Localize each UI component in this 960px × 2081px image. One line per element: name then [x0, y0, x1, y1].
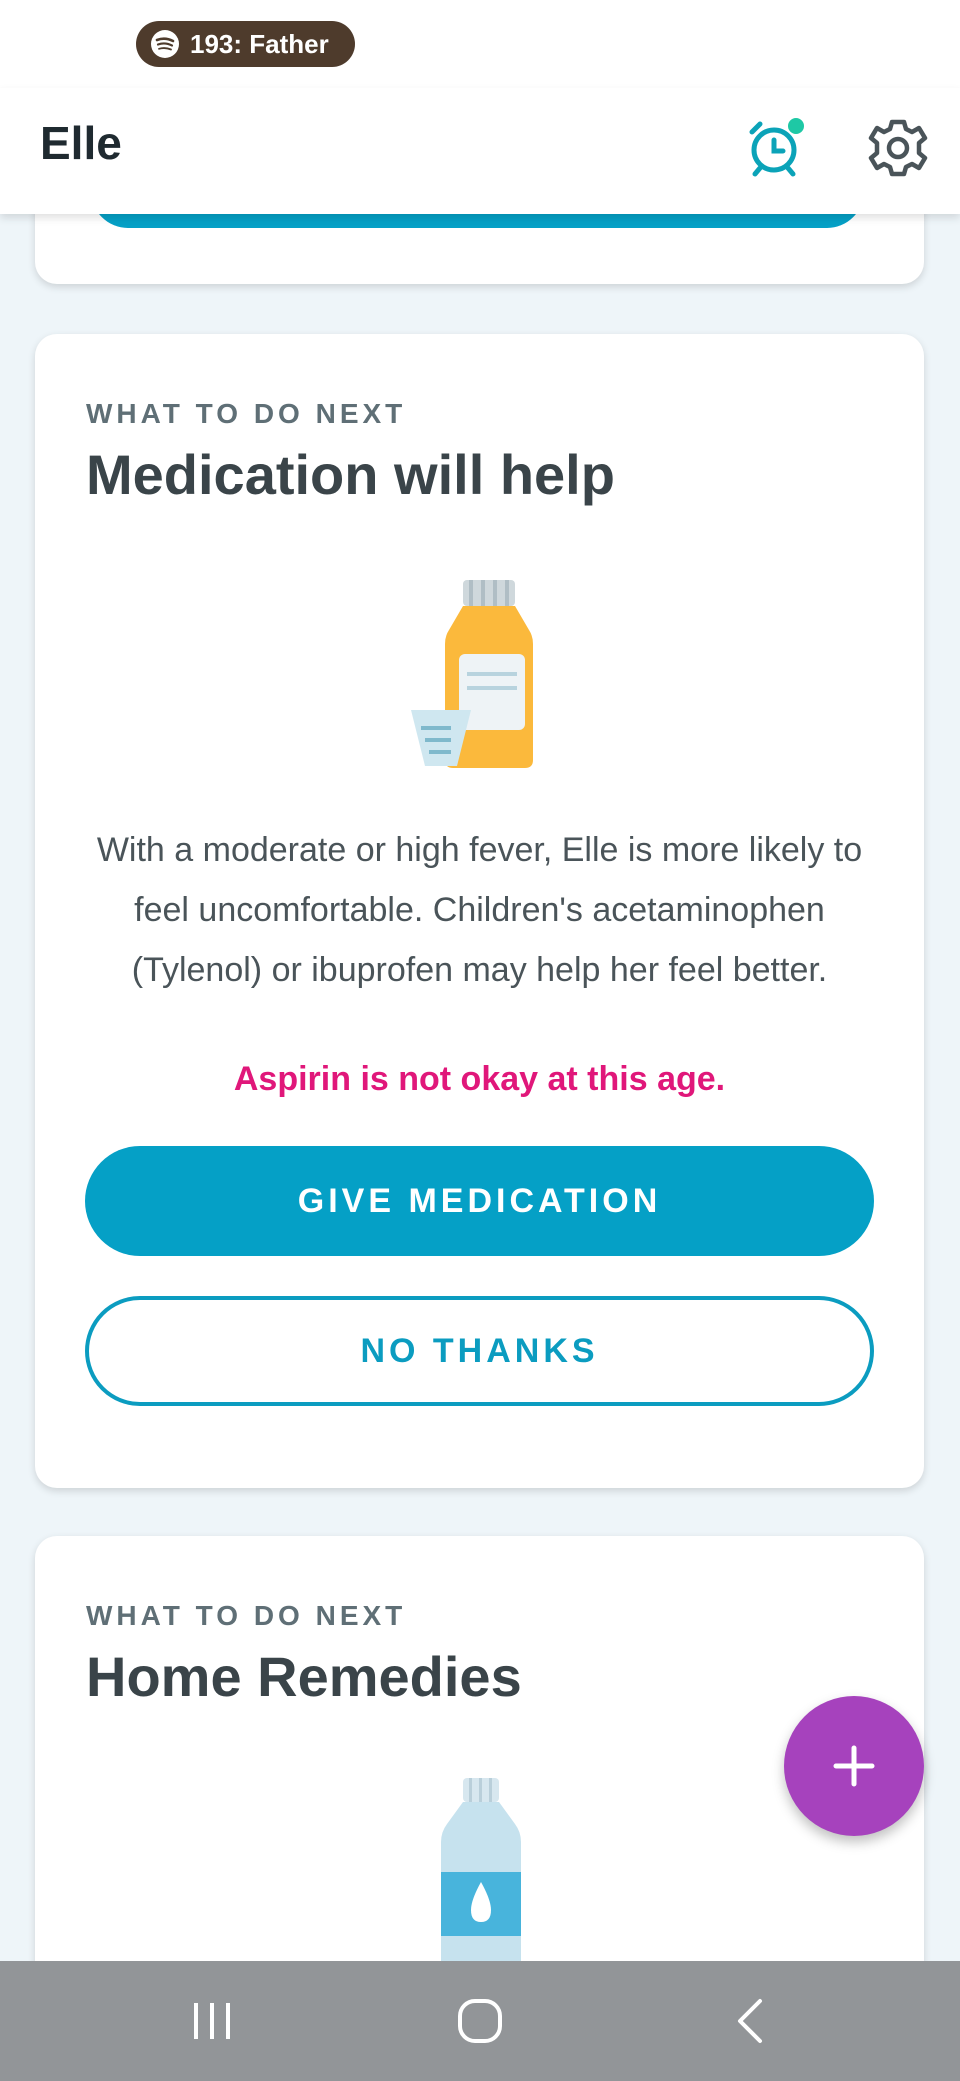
- page-title: Elle: [40, 117, 122, 169]
- reminders-button[interactable]: [740, 110, 816, 186]
- spotify-icon: [151, 30, 179, 58]
- recents-icon: [194, 2003, 230, 2039]
- settings-button[interactable]: [860, 110, 936, 186]
- aspirin-warning: Aspirin is not okay at this age.: [233, 1060, 726, 1098]
- card-title: Medication will help: [86, 443, 615, 506]
- media-playback-chip[interactable]: 193: Father: [136, 21, 355, 67]
- previous-card-button[interactable]: [91, 214, 864, 228]
- home-icon: [458, 1999, 502, 2043]
- app-bar: Elle: [0, 88, 960, 214]
- give-medication-button[interactable]: GIVE MEDICATION: [85, 1146, 874, 1256]
- medication-card: WHAT TO DO NEXT Medication will help Wit…: [35, 334, 924, 1488]
- card-eyebrow: WHAT TO DO NEXT: [86, 398, 407, 429]
- no-thanks-button[interactable]: NO THANKS: [85, 1296, 874, 1406]
- add-fab-button[interactable]: [784, 1696, 924, 1836]
- card-eyebrow: WHAT TO DO NEXT: [86, 1600, 407, 1631]
- back-button[interactable]: [720, 1991, 780, 2051]
- content-scroll-area[interactable]: WHAT TO DO NEXT Medication will help Wit…: [0, 214, 960, 1961]
- system-nav-bar: [0, 1961, 960, 2081]
- medicine-bottle-icon: [411, 580, 533, 768]
- home-button[interactable]: [450, 1991, 510, 2051]
- medication-description: With a moderate or high fever, Elle is m…: [96, 831, 863, 989]
- card-title: Home Remedies: [86, 1645, 522, 1708]
- recents-button[interactable]: [182, 1991, 242, 2051]
- status-bar: 193: Father: [0, 0, 960, 88]
- plus-icon: [833, 1745, 875, 1787]
- media-title: 193: Father: [190, 28, 329, 59]
- water-bottle-icon: [441, 1778, 521, 1961]
- alarm-clock-icon: [749, 118, 804, 177]
- back-icon: [738, 1999, 762, 2043]
- previous-card: [35, 214, 924, 284]
- gear-icon: [868, 119, 928, 177]
